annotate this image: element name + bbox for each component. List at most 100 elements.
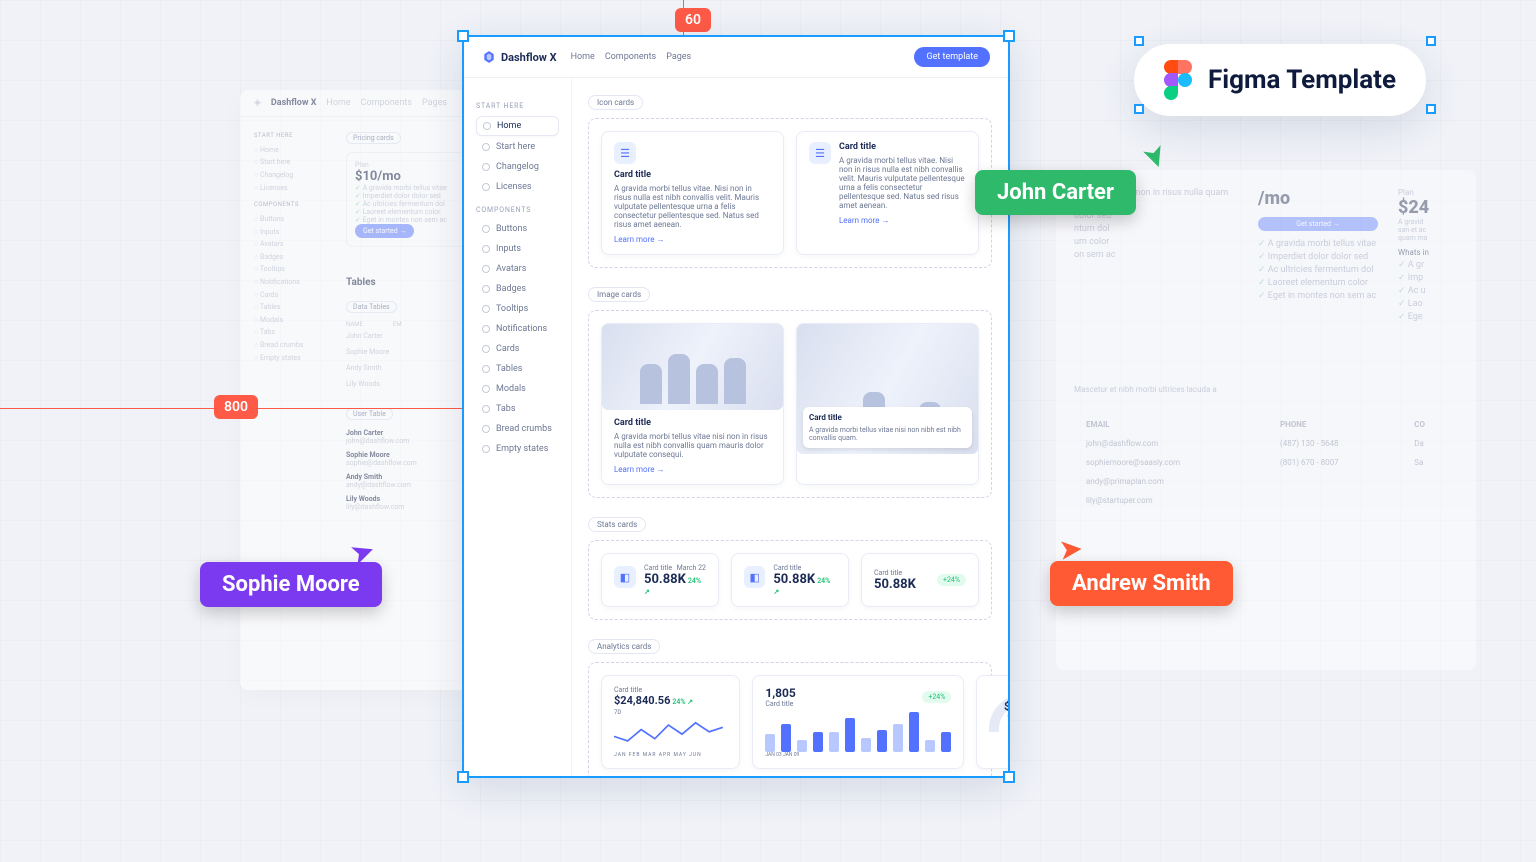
ghost-sb-item: Home bbox=[254, 144, 332, 157]
selection-handle[interactable] bbox=[1426, 36, 1436, 46]
ghost-sb-item: Avatars bbox=[254, 238, 332, 251]
figma-template-pill[interactable]: Figma Template bbox=[1134, 44, 1426, 116]
ghost-nav: Components bbox=[361, 98, 412, 108]
nav-pages[interactable]: Pages bbox=[666, 52, 691, 62]
ghost-td: (487) 130 - 5648 bbox=[1270, 435, 1402, 452]
section-pill-analytics-cards: Analytics cards bbox=[588, 639, 660, 654]
selection-handle-tl[interactable] bbox=[457, 30, 469, 42]
sidebar-item-label: Changelog bbox=[496, 162, 539, 172]
sidebar-item-notifications[interactable]: Notifications bbox=[476, 320, 559, 338]
radio-icon bbox=[482, 163, 490, 171]
image-card-left[interactable]: Card title A gravida morbi tellus vitae … bbox=[601, 323, 784, 485]
sidebar-item-label: Modals bbox=[496, 384, 526, 394]
stats-cards-box: ◧ Card titleMarch 22 50.88K 24% ↗ ◧ Card… bbox=[588, 540, 992, 620]
nav-home[interactable]: Home bbox=[571, 52, 595, 62]
sidebar-item-licenses[interactable]: Licenses bbox=[476, 178, 559, 196]
sidebar-item-inputs[interactable]: Inputs bbox=[476, 240, 559, 258]
image-card-right[interactable]: Card title A gravida morbi tellus vitae … bbox=[796, 323, 979, 485]
ghost-user-email: sophie@dashflow.com bbox=[346, 459, 417, 467]
stat-pct-badge: +24% bbox=[937, 574, 966, 586]
radio-icon bbox=[482, 245, 490, 253]
chart-pct-badge: +24% bbox=[922, 691, 951, 703]
cursor-icon: ➤ bbox=[1059, 534, 1083, 566]
selection-handle-br[interactable] bbox=[1003, 771, 1015, 783]
image-placeholder: Card title A gravida morbi tellus vitae … bbox=[797, 324, 978, 454]
learn-more-link[interactable]: Learn more → bbox=[614, 465, 664, 474]
stat-card-3[interactable]: Card title 50.88K +24% bbox=[861, 553, 979, 607]
sidebar-group-components: COMPONENTS bbox=[476, 206, 559, 214]
gauge-subtitle: Card subtitle bbox=[989, 713, 1008, 720]
learn-more-link[interactable]: Learn more → bbox=[614, 235, 664, 244]
ghost-feat: Imperdiet dolor dolor sed bbox=[1258, 252, 1378, 262]
ghost-pill: Data Tables bbox=[346, 301, 397, 313]
radio-icon bbox=[482, 385, 490, 393]
icon-card-right[interactable]: ☰ Card title A gravida morbi tellus vita… bbox=[796, 131, 979, 255]
ghost-plan-cta: Get started → bbox=[355, 224, 414, 238]
radio-icon bbox=[482, 183, 490, 191]
overlay-title: Card title bbox=[809, 413, 966, 422]
nav-components[interactable]: Components bbox=[605, 52, 656, 62]
stat-value: 50.88K bbox=[644, 572, 686, 587]
collaborator-label: Sophie Moore bbox=[200, 562, 382, 607]
sidebar-item-emptystates[interactable]: Empty states bbox=[476, 440, 559, 458]
sidebar-item-cards[interactable]: Cards bbox=[476, 340, 559, 358]
ghost-user: Lily Woods bbox=[346, 495, 380, 503]
ghost-feat: Laoreet elementum color bbox=[1258, 278, 1378, 288]
ghost-whats: Whats in bbox=[1398, 248, 1458, 257]
selection-handle-bl[interactable] bbox=[457, 771, 469, 783]
ghost-user-email: john@dashflow.com bbox=[346, 437, 409, 445]
icon-card-left[interactable]: ☰ Card title A gravida morbi tellus vita… bbox=[601, 131, 784, 255]
analytics-card-gauge[interactable]: Card title $84,226 Card subtitle bbox=[976, 675, 1008, 769]
get-template-button[interactable]: Get template bbox=[914, 47, 990, 67]
bar-chart bbox=[765, 712, 951, 752]
selection-handle-tr[interactable] bbox=[1003, 30, 1015, 42]
card-body: A gravida morbi tellus vitae nisi non in… bbox=[614, 432, 771, 459]
ghost-sb-item: Tooltips bbox=[254, 263, 332, 276]
sidebar-item-modals[interactable]: Modals bbox=[476, 380, 559, 398]
radio-icon bbox=[482, 325, 490, 333]
selection-handle[interactable] bbox=[1134, 104, 1144, 114]
chart-value: $24,840.56 bbox=[614, 694, 670, 707]
ghost-brand: Dashflow X bbox=[271, 98, 316, 108]
selected-frame[interactable]: Dashflow X Home Components Pages Get tem… bbox=[462, 35, 1010, 778]
ghost-pill: Pricing cards bbox=[346, 132, 401, 144]
sidebar-item-buttons[interactable]: Buttons bbox=[476, 220, 559, 238]
sidebar-item-tooltips[interactable]: Tooltips bbox=[476, 300, 559, 318]
ghost-th: EMAIL bbox=[1076, 416, 1268, 433]
radio-icon bbox=[483, 122, 491, 130]
sidebar-item-label: Empty states bbox=[496, 444, 548, 454]
sidebar-item-starthere[interactable]: Start here bbox=[476, 138, 559, 156]
sidebar-item-tabs[interactable]: Tabs bbox=[476, 400, 559, 418]
ghost-cta: Get started → bbox=[1258, 217, 1378, 231]
ghost-sb-grp: COMPONENTS bbox=[254, 200, 332, 211]
ghost-sb-item: Tables bbox=[254, 301, 332, 314]
stat-value: 50.88K bbox=[874, 577, 916, 592]
stat-card-2[interactable]: ◧ Card title 50.88K 24% ↗ bbox=[731, 553, 849, 607]
chart-xaxis: JAN 03 JAN 09 bbox=[765, 752, 951, 758]
sidebar-item-avatars[interactable]: Avatars bbox=[476, 260, 559, 278]
sidebar-item-label: Tables bbox=[496, 364, 522, 374]
learn-more-link[interactable]: Learn more → bbox=[839, 216, 889, 225]
radio-icon bbox=[482, 445, 490, 453]
ghost-sb-item: Modals bbox=[254, 314, 332, 327]
sidebar-item-home[interactable]: Home bbox=[476, 116, 559, 136]
analytics-card-bar[interactable]: 1,805Card title +24% JAN 03 JAN 09 bbox=[752, 675, 964, 769]
stat-card-1[interactable]: ◧ Card titleMarch 22 50.88K 24% ↗ bbox=[601, 553, 719, 607]
ghost-user-email: andy@dashflow.com bbox=[346, 481, 411, 489]
ghost-sb-item: Notifications bbox=[254, 276, 332, 289]
selection-handle[interactable] bbox=[1134, 36, 1144, 46]
sidebar-item-breadcrumbs[interactable]: Bread crumbs bbox=[476, 420, 559, 438]
sidebar-item-tables[interactable]: Tables bbox=[476, 360, 559, 378]
sidebar-item-changelog[interactable]: Changelog bbox=[476, 158, 559, 176]
radio-icon bbox=[482, 225, 490, 233]
sidebar-item-label: Tabs bbox=[496, 404, 515, 414]
ghost-feature: Imperdiet dolor dolor sed bbox=[355, 192, 457, 200]
ghost-sb-item: Buttons bbox=[254, 213, 332, 226]
ghost-feature: Eget in montes non sem ac bbox=[355, 216, 457, 224]
ghost-td: (801) 670 - 8007 bbox=[1270, 454, 1402, 471]
ghost-th: PHONE bbox=[1270, 416, 1402, 433]
sidebar-item-badges[interactable]: Badges bbox=[476, 280, 559, 298]
analytics-card-line[interactable]: Card title $24,840.56 24% ↗ 7D JAN FEB M… bbox=[601, 675, 740, 769]
selection-handle[interactable] bbox=[1426, 104, 1436, 114]
brand[interactable]: Dashflow X bbox=[482, 50, 557, 64]
